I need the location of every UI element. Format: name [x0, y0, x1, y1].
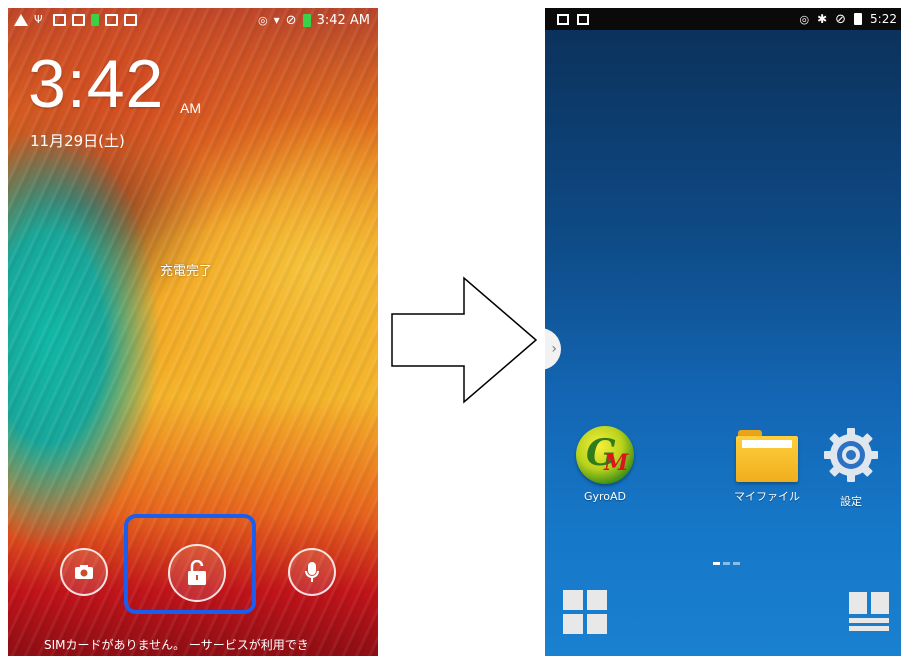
- apps-grid-icon: [587, 590, 607, 610]
- widgets-button[interactable]: [847, 590, 891, 634]
- usb-icon: Ψ: [34, 13, 43, 26]
- app-my-files[interactable]: マイファイル: [727, 426, 807, 504]
- page-indicator: [713, 562, 740, 565]
- app-settings[interactable]: 設定: [811, 426, 891, 509]
- page-dot: [713, 562, 720, 565]
- notification-icon: [53, 14, 66, 26]
- status-time-home: 5:22: [870, 12, 897, 26]
- gyroad-icon: GM: [576, 426, 634, 484]
- widgets-icon: [849, 592, 867, 614]
- status-bar-home: ◎ ✱ ⊘ 5:22: [545, 8, 901, 30]
- apps-drawer-button[interactable]: [563, 590, 607, 634]
- app-label: GyroAD: [583, 490, 627, 503]
- widgets-icon: [871, 592, 889, 614]
- battery-icon: [854, 13, 863, 25]
- wifi-icon: ▾: [273, 13, 280, 27]
- status-time: 3:42 AM: [316, 12, 370, 28]
- eye-icon: ◎: [258, 13, 268, 27]
- lock-ampm: AM: [180, 100, 201, 116]
- no-sim-icon: ⊘: [285, 12, 297, 28]
- battery-icon: [302, 13, 311, 27]
- eye-icon: ◎: [799, 12, 810, 26]
- bluetooth-icon: ✱: [817, 12, 828, 26]
- page-dot: [723, 562, 730, 565]
- edge-panel-handle[interactable]: ›: [545, 328, 561, 370]
- apps-grid-icon: [563, 590, 583, 610]
- no-sim-icon: ⊘: [835, 11, 847, 27]
- app-label: マイファイル: [734, 490, 800, 503]
- lock-clock: 3:42: [28, 46, 165, 122]
- status-bar: Ψ ◎ ▾ ⊘ 3:42 AM: [8, 8, 378, 32]
- unlock-highlight-box: [124, 514, 256, 614]
- page-dot: [733, 562, 740, 565]
- notification-icon: [557, 13, 569, 25]
- voice-shortcut-button[interactable]: [288, 548, 336, 596]
- message-icon: [72, 14, 85, 26]
- sim-message: SIMカードがありません。 ーサービスが利用でき: [44, 638, 309, 652]
- chevron-right-icon: ›: [551, 341, 557, 357]
- widgets-icon: [849, 626, 889, 631]
- apps-grid-icon: [587, 614, 607, 634]
- app-gyroad[interactable]: GM GyroAD: [565, 426, 645, 503]
- home-screen: ◎ ✱ ⊘ 5:22 › GM GyroAD マイファイル 設定: [545, 8, 901, 656]
- camera-shortcut-button[interactable]: [60, 548, 108, 596]
- microphone-icon: [305, 562, 319, 582]
- lock-date: 11月29日(土): [30, 132, 125, 150]
- right-arrow-icon: [391, 276, 538, 404]
- gear-icon: [824, 428, 878, 482]
- app-label: 設定: [840, 495, 862, 508]
- charge-status: 充電完了: [160, 264, 213, 279]
- image-icon: [124, 14, 137, 26]
- apps-grid-icon: [563, 614, 583, 634]
- camera-icon: [75, 565, 93, 579]
- download-icon: [105, 14, 118, 26]
- widgets-icon: [849, 618, 889, 623]
- warning-icon: [14, 14, 28, 26]
- folder-icon: [736, 430, 798, 482]
- image-icon: [577, 13, 589, 25]
- battery-charging-icon: [91, 14, 99, 26]
